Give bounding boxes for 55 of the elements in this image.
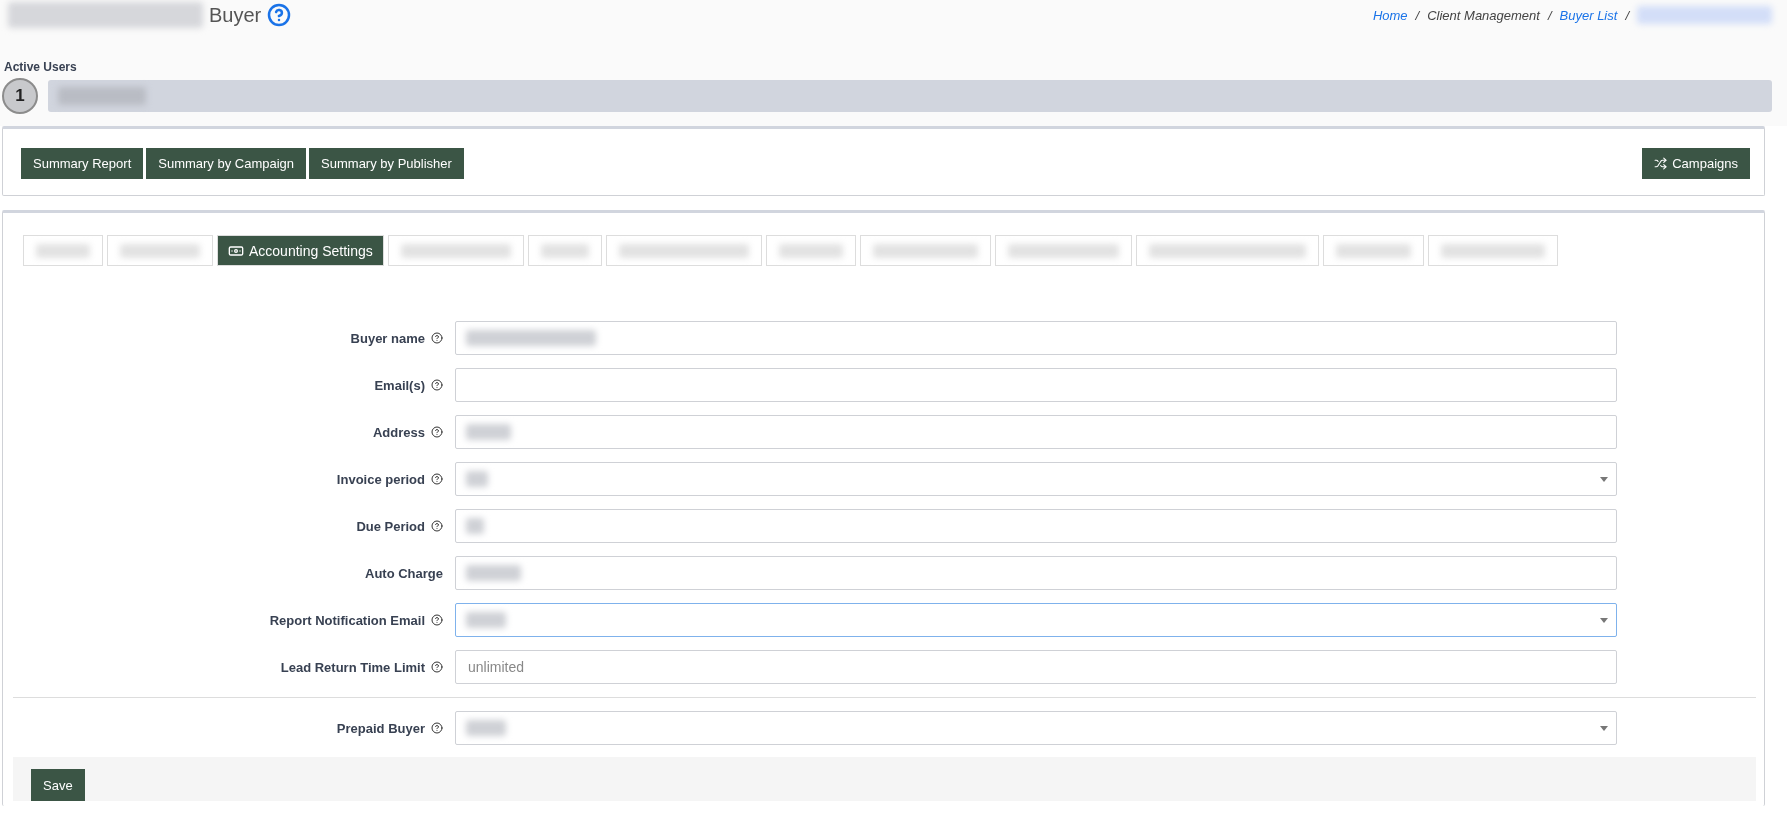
tab[interactable] [107,235,213,266]
page-title: Buyer [209,3,262,27]
tab[interactable] [765,235,856,266]
tab[interactable] [387,235,524,266]
input-field[interactable] [455,368,1617,402]
help-icon[interactable] [431,379,443,391]
help-icon[interactable] [431,473,443,485]
field-label: Lead Return Time Limit [280,659,425,675]
tab[interactable] [859,235,991,266]
report-button[interactable]: Summary Report [21,148,144,179]
tab[interactable] [527,235,602,266]
text-input[interactable]: unlimited [466,658,1608,676]
tab[interactable] [605,235,762,266]
tab[interactable] [23,235,103,266]
select-field[interactable] [455,711,1617,745]
tab[interactable]: Accounting Settings [217,235,384,266]
field-label: Auto Charge [365,565,443,581]
campaigns-button[interactable]: Campaigns [1642,148,1750,179]
tab[interactable] [1322,235,1424,266]
select-field[interactable] [455,462,1617,496]
field-label: Invoice period [336,471,425,487]
field-label: Email(s) [374,377,425,393]
count-badge: 1 [2,78,38,114]
input-field[interactable] [455,509,1617,543]
field-label: Address [372,424,425,440]
help-icon[interactable] [267,3,292,27]
help-icon[interactable] [431,520,443,532]
tab[interactable] [1135,235,1319,266]
tab[interactable] [1427,235,1558,266]
breadcrumb-separator: / [1547,7,1552,23]
breadcrumb-separator: / [1415,7,1420,23]
select-field[interactable] [455,603,1617,637]
input-field[interactable] [455,556,1617,590]
field-label: Prepaid Buyer [336,720,425,736]
breadcrumb-link[interactable]: Buyer List [1559,7,1618,23]
help-icon[interactable] [431,332,443,344]
help-icon[interactable] [431,426,443,438]
breadcrumb-item: Client Management [1427,7,1540,23]
shuffle-icon [1654,157,1668,170]
breadcrumb-link[interactable]: Home [1372,7,1408,23]
field-label: Report Notification Email [269,612,425,628]
help-icon[interactable] [431,614,443,626]
help-icon[interactable] [431,661,443,673]
input-field[interactable] [455,415,1617,449]
report-button[interactable]: Summary by Campaign [146,148,307,179]
tab[interactable] [994,235,1132,266]
report-button[interactable]: Summary by Publisher [309,148,464,179]
input-field[interactable]: unlimited [455,650,1617,684]
section-label: Active Users [4,60,78,74]
breadcrumb-separator: / [1625,7,1629,23]
save-button[interactable]: Save [31,769,85,801]
help-icon[interactable] [431,722,443,734]
field-label: Buyer name [350,330,425,346]
input-field[interactable] [455,321,1617,355]
field-label: Due Period [356,518,425,534]
